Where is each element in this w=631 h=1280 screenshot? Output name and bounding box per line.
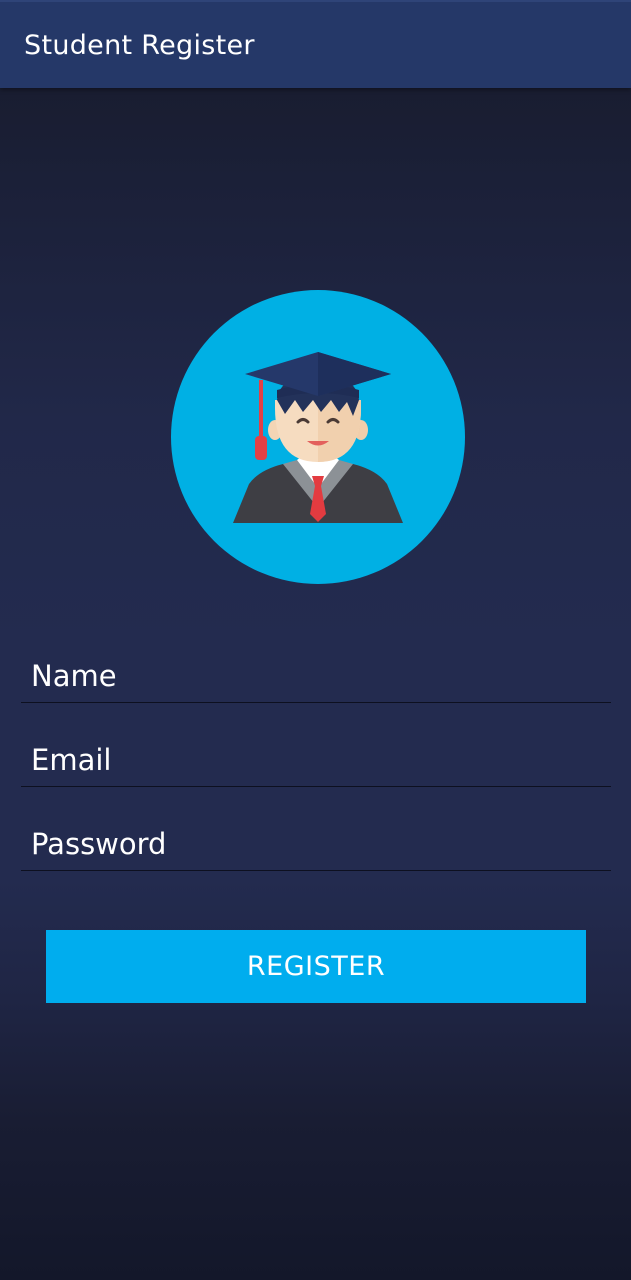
avatar <box>171 290 465 584</box>
name-input[interactable] <box>31 654 601 698</box>
password-field <box>21 811 611 871</box>
email-input[interactable] <box>31 738 601 782</box>
graduate-student-icon <box>233 352 403 523</box>
password-input[interactable] <box>31 822 601 866</box>
app-title: Student Register <box>24 30 255 61</box>
app-bar: Student Register <box>0 0 631 88</box>
email-field <box>21 727 611 787</box>
name-field <box>21 643 611 703</box>
register-button[interactable]: REGISTER <box>46 930 586 1003</box>
